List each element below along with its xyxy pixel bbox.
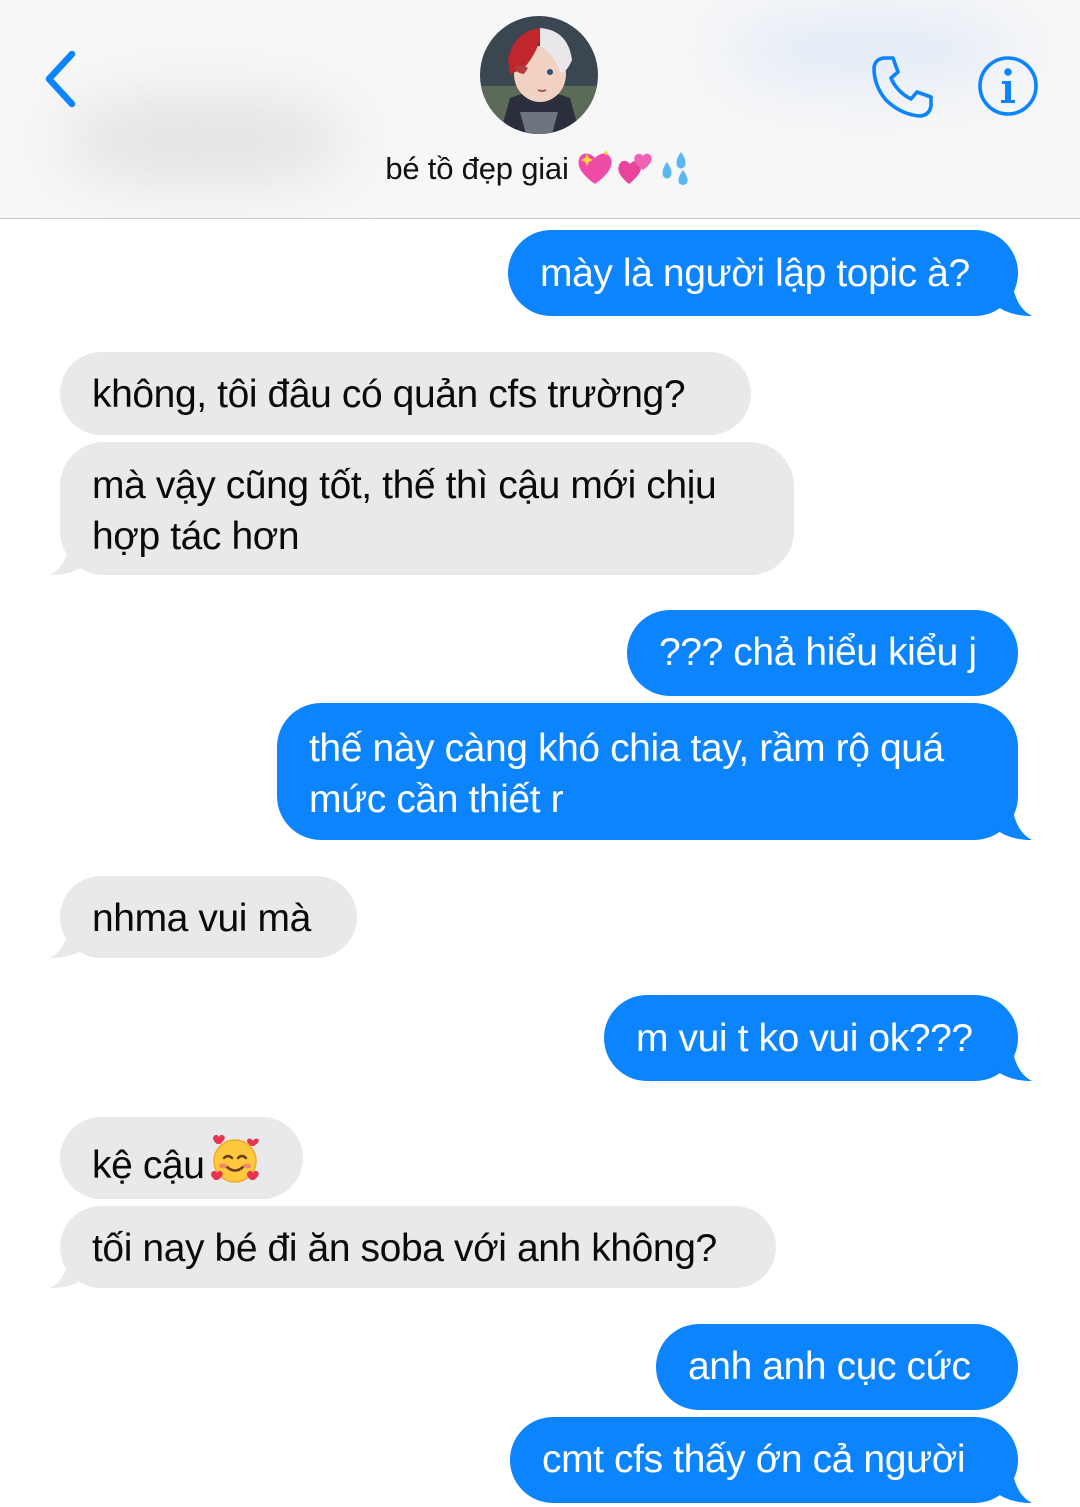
- back-button[interactable]: [30, 44, 90, 114]
- bubble-tail: [994, 1047, 1032, 1081]
- message-text: m vui t ko vui ok???: [636, 1017, 973, 1060]
- bubble-tail: [50, 924, 88, 958]
- name-emojis: [575, 148, 695, 196]
- contact-name-text: bé tồ đẹp giai: [385, 151, 569, 186]
- message-text: kệ cậu: [92, 1144, 205, 1187]
- incoming-message[interactable]: nhma vui mà: [60, 876, 357, 958]
- message-text: ??? chả hiểu kiểu j: [659, 631, 977, 674]
- info-icon: [978, 56, 1038, 116]
- outgoing-message[interactable]: mày là người lập topic à?: [508, 230, 1018, 316]
- call-button[interactable]: [866, 50, 940, 124]
- message-text: anh anh cục cức: [688, 1345, 971, 1388]
- message-text-line: mà vậy cũng tốt, thế thì cậu mới chịu: [92, 464, 717, 507]
- message-text: cmt cfs thấy ớn cả người: [542, 1438, 966, 1481]
- message-text: nhma vui mà: [92, 897, 311, 940]
- chevron-left-icon: [45, 50, 76, 108]
- bubble-tail: [50, 1254, 88, 1288]
- message-text-line: mức cần thiết r: [309, 778, 564, 821]
- bubble-tail: [994, 1469, 1032, 1503]
- incoming-message[interactable]: không, tôi đâu có quản cfs trường?: [60, 352, 751, 435]
- info-button[interactable]: [976, 54, 1040, 118]
- bubble-tail: [994, 806, 1032, 840]
- outgoing-message[interactable]: ??? chả hiểu kiểu j: [627, 610, 1018, 696]
- conversation-header: bé tồ đẹp giai: [0, 0, 1080, 219]
- phone-icon: [872, 56, 933, 118]
- message-text-line: thế này càng khó chia tay, rầm rộ quá: [309, 727, 944, 770]
- outgoing-message[interactable]: anh anh cục cức: [656, 1324, 1018, 1410]
- message-text: không, tôi đâu có quản cfs trường?: [92, 373, 686, 416]
- outgoing-message[interactable]: m vui t ko vui ok???: [604, 995, 1018, 1081]
- bubble-tail: [994, 282, 1032, 316]
- incoming-message[interactable]: mà vậy cũng tốt, thế thì cậu mới chịu hợ…: [60, 442, 794, 575]
- bubble-tail: [50, 541, 88, 575]
- incoming-message[interactable]: tối nay bé đi ăn soba với anh không?: [60, 1206, 776, 1288]
- avatar-image: [480, 16, 598, 134]
- contact-name[interactable]: bé tồ đẹp giai: [0, 148, 1080, 196]
- sweat-droplets-icon: [662, 152, 688, 185]
- message-text: tối nay bé đi ăn soba với anh không?: [92, 1227, 717, 1270]
- two-hearts-icon: [617, 153, 652, 184]
- sparkling-heart-icon: [578, 150, 612, 184]
- message-text: mày là người lập topic à?: [540, 252, 970, 295]
- incoming-message[interactable]: kệ cậu: [60, 1117, 303, 1199]
- contact-avatar[interactable]: [480, 16, 598, 134]
- message-text-line: hợp tác hơn: [92, 515, 300, 558]
- smiling-face-with-hearts-icon: [210, 1134, 259, 1183]
- outgoing-message[interactable]: thế này càng khó chia tay, rầm rộ quá mứ…: [277, 703, 1018, 840]
- outgoing-message[interactable]: cmt cfs thấy ớn cả người: [510, 1417, 1018, 1503]
